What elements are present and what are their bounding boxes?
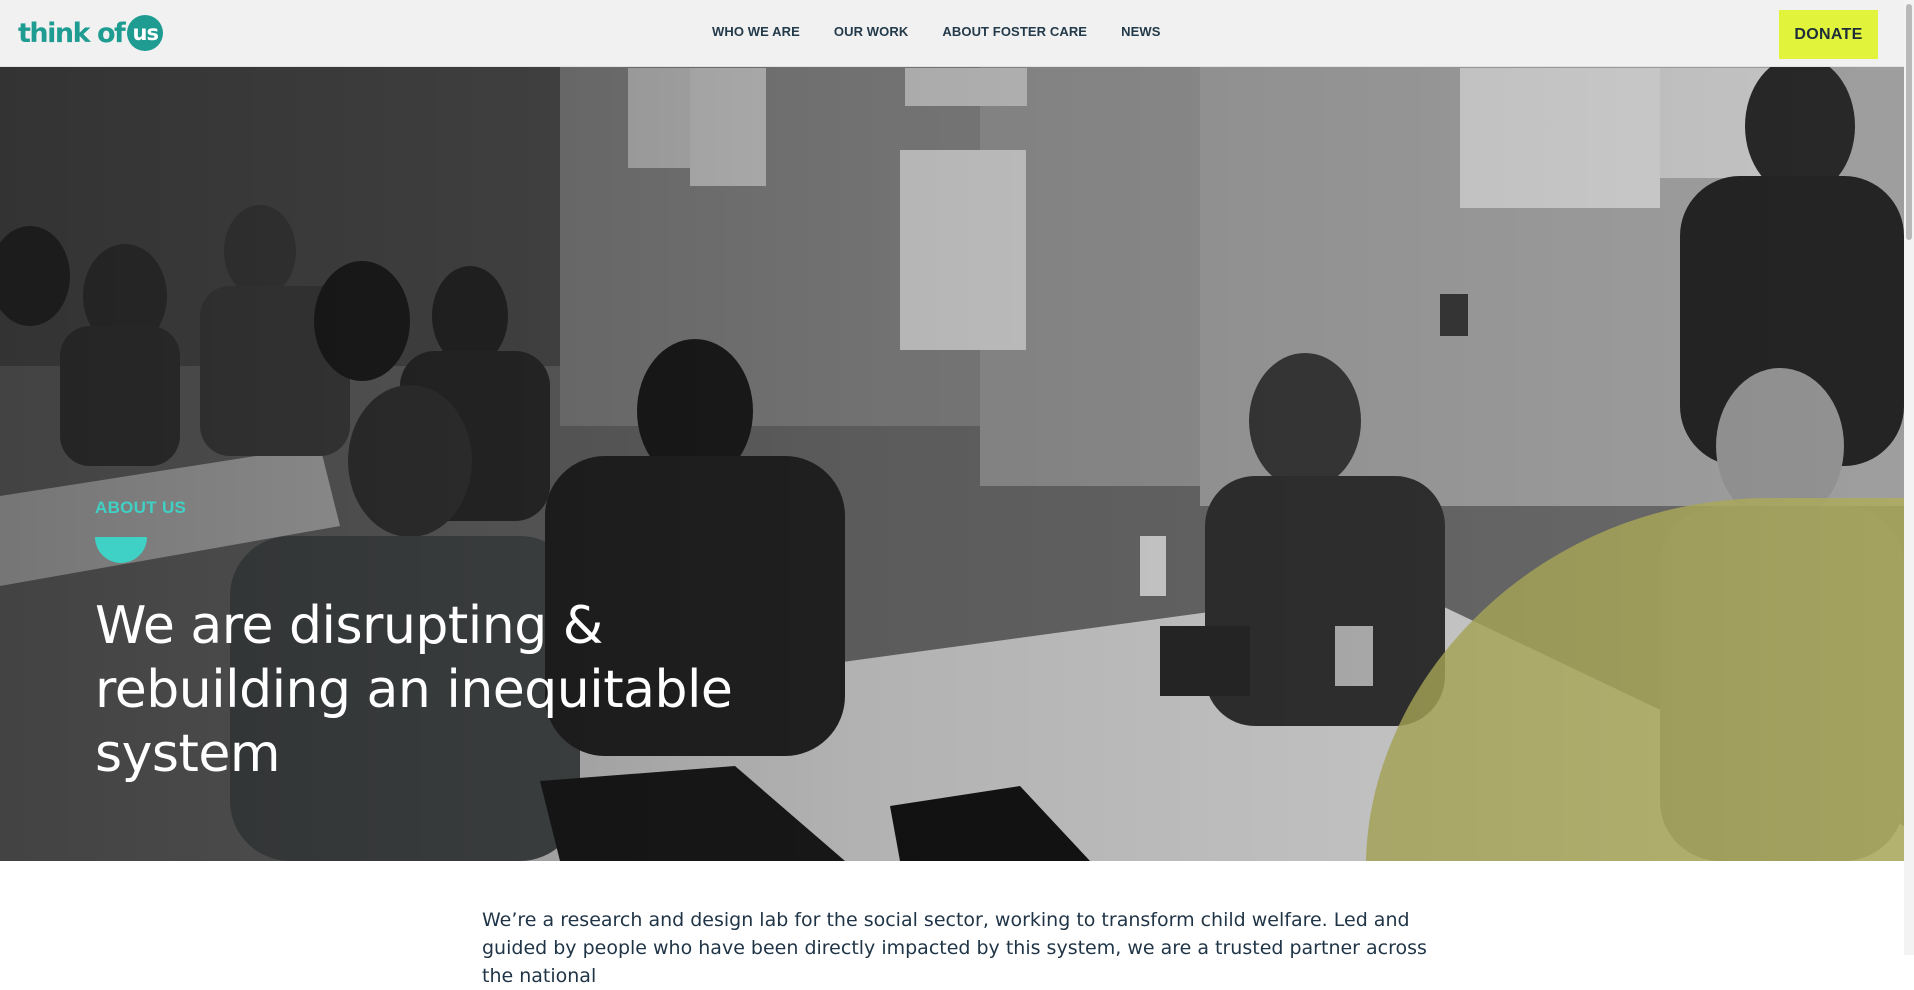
logo-wordmark: think of — [18, 17, 126, 49]
scrollbar-thumb[interactable] — [1906, 4, 1912, 240]
nav-item-news[interactable]: NEWS — [1121, 24, 1160, 39]
intro-paragraph: We’re a research and design lab for the … — [482, 909, 1427, 987]
logo[interactable]: think of us — [18, 14, 164, 52]
hero-banner: ABOUT US We are disrupting & rebuilding … — [0, 66, 1904, 861]
logo-us-text: us — [132, 20, 159, 45]
site-header: think of us WHO WE ARE OUR WORK ABOUT FO… — [0, 0, 1904, 67]
hero-title: We are disrupting & rebuilding an inequi… — [95, 596, 733, 784]
hero-eyebrow: ABOUT US — [95, 498, 187, 517]
main-nav: WHO WE ARE OUR WORK ABOUT FOSTER CARE NE… — [712, 0, 1194, 62]
nav-item-who-we-are[interactable]: WHO WE ARE — [712, 24, 800, 39]
donate-button[interactable]: DONATE — [1779, 10, 1878, 59]
page-scrollbar[interactable] — [1904, 0, 1914, 955]
nav-item-about-foster-care[interactable]: ABOUT FOSTER CARE — [942, 24, 1087, 39]
nav-item-our-work[interactable]: OUR WORK — [834, 24, 908, 39]
logo-us-mark: us — [127, 15, 164, 51]
